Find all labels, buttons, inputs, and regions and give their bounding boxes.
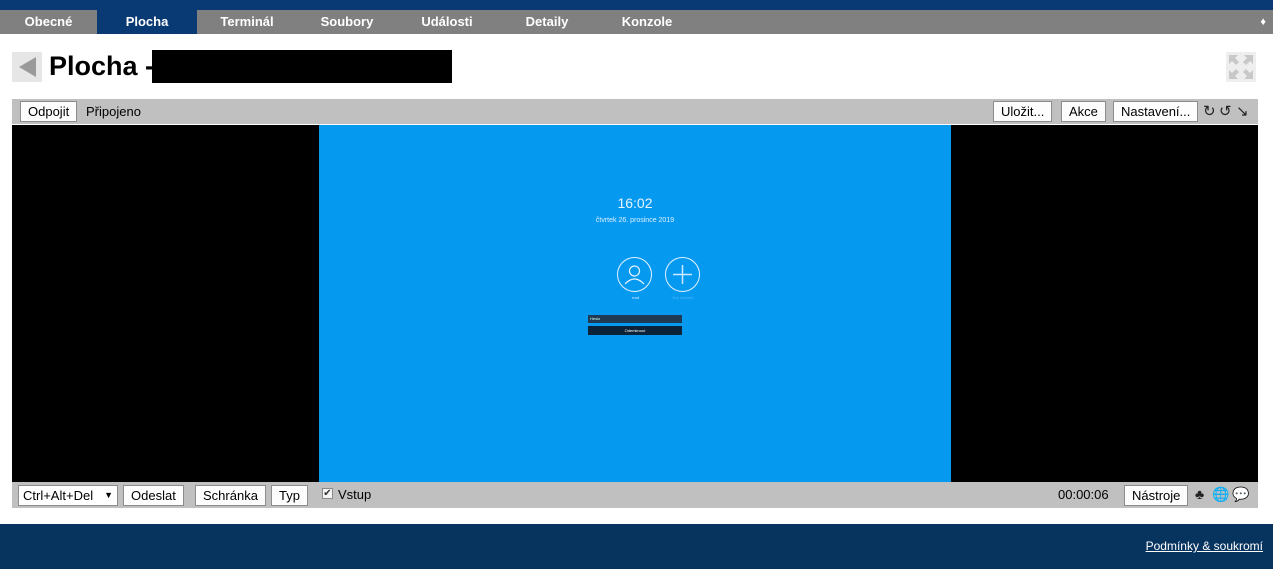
tab-soubory[interactable]: Soubory [297, 10, 397, 34]
tab-detaily[interactable]: Detaily [497, 10, 597, 34]
fullscreen-icon[interactable] [1226, 52, 1256, 82]
remote-lock-screen[interactable]: 16:02 čtvrtek 26. prosince 2019 root Jin… [319, 125, 951, 482]
desktop-bottom-toolbar: Ctrl+Alt+Del ▼ Odeslat Schránka Typ ✔ Vs… [12, 482, 1258, 508]
password-input[interactable]: Heslo [588, 315, 682, 323]
redacted-device-name [152, 50, 452, 83]
add-user-icon[interactable] [665, 257, 700, 292]
remote-clock: 16:02 [617, 195, 653, 211]
desktop-toolbar: Odpojit Připojeno Uložit... Akce Nastave… [12, 99, 1258, 124]
input-label: Vstup [338, 487, 372, 502]
other-user-label: Jiný uživatel [671, 295, 694, 300]
back-arrow-icon[interactable] [12, 52, 42, 82]
page-title: Plocha - [49, 51, 155, 81]
tab-obecne[interactable]: Obecné [0, 10, 97, 34]
tree-icon[interactable]: ♣ [1195, 482, 1204, 507]
user-avatar-icon[interactable] [617, 257, 652, 292]
user-name-label: root [632, 295, 639, 300]
disconnect-button[interactable]: Odpojit [20, 101, 78, 122]
remote-date: čtvrtek 26. prosince 2019 [595, 217, 675, 224]
top-stripe [0, 0, 1273, 10]
settings-button[interactable]: Nastavení... [1113, 101, 1199, 122]
connection-status: Připojeno [86, 104, 141, 119]
tab-bar: Obecné Plocha Terminál Soubory Události … [0, 10, 1273, 34]
terms-privacy-link[interactable]: Podmínky & soukromí [1146, 539, 1263, 553]
chat-icon[interactable]: 💬 [1232, 482, 1249, 507]
chevron-down-icon: ▼ [104, 490, 113, 500]
type-button[interactable]: Typ [271, 485, 308, 506]
rotate-cw-icon[interactable]: ↻ [1203, 99, 1216, 124]
input-checkbox[interactable]: ✔ [322, 488, 333, 499]
tab-menu-icon[interactable]: ♦ [1260, 10, 1266, 34]
tab-udalosti[interactable]: Události [397, 10, 497, 34]
footer: Podmínky & soukromí [0, 524, 1273, 569]
actions-button[interactable]: Akce [1061, 101, 1106, 122]
tab-terminal[interactable]: Terminál [197, 10, 297, 34]
resize-icon[interactable]: ↘ [1236, 99, 1249, 124]
globe-icon[interactable]: 🌐 [1212, 482, 1229, 507]
clipboard-button[interactable]: Schránka [195, 485, 266, 506]
key-combo-value: Ctrl+Alt+Del [23, 488, 94, 503]
tab-konzole[interactable]: Konzole [597, 10, 697, 34]
unlock-button[interactable]: Odemknout [588, 326, 682, 335]
save-button[interactable]: Uložit... [993, 101, 1053, 122]
rotate-ccw-icon[interactable]: ↺ [1219, 99, 1232, 124]
session-timer: 00:00:06 [1058, 487, 1109, 502]
remote-desktop-view[interactable]: 16:02 čtvrtek 26. prosince 2019 root Jin… [12, 125, 1258, 482]
tab-plocha[interactable]: Plocha [97, 10, 197, 34]
key-combo-select[interactable]: Ctrl+Alt+Del ▼ [18, 485, 118, 506]
send-button[interactable]: Odeslat [123, 485, 184, 506]
tools-button[interactable]: Nástroje [1124, 485, 1189, 506]
